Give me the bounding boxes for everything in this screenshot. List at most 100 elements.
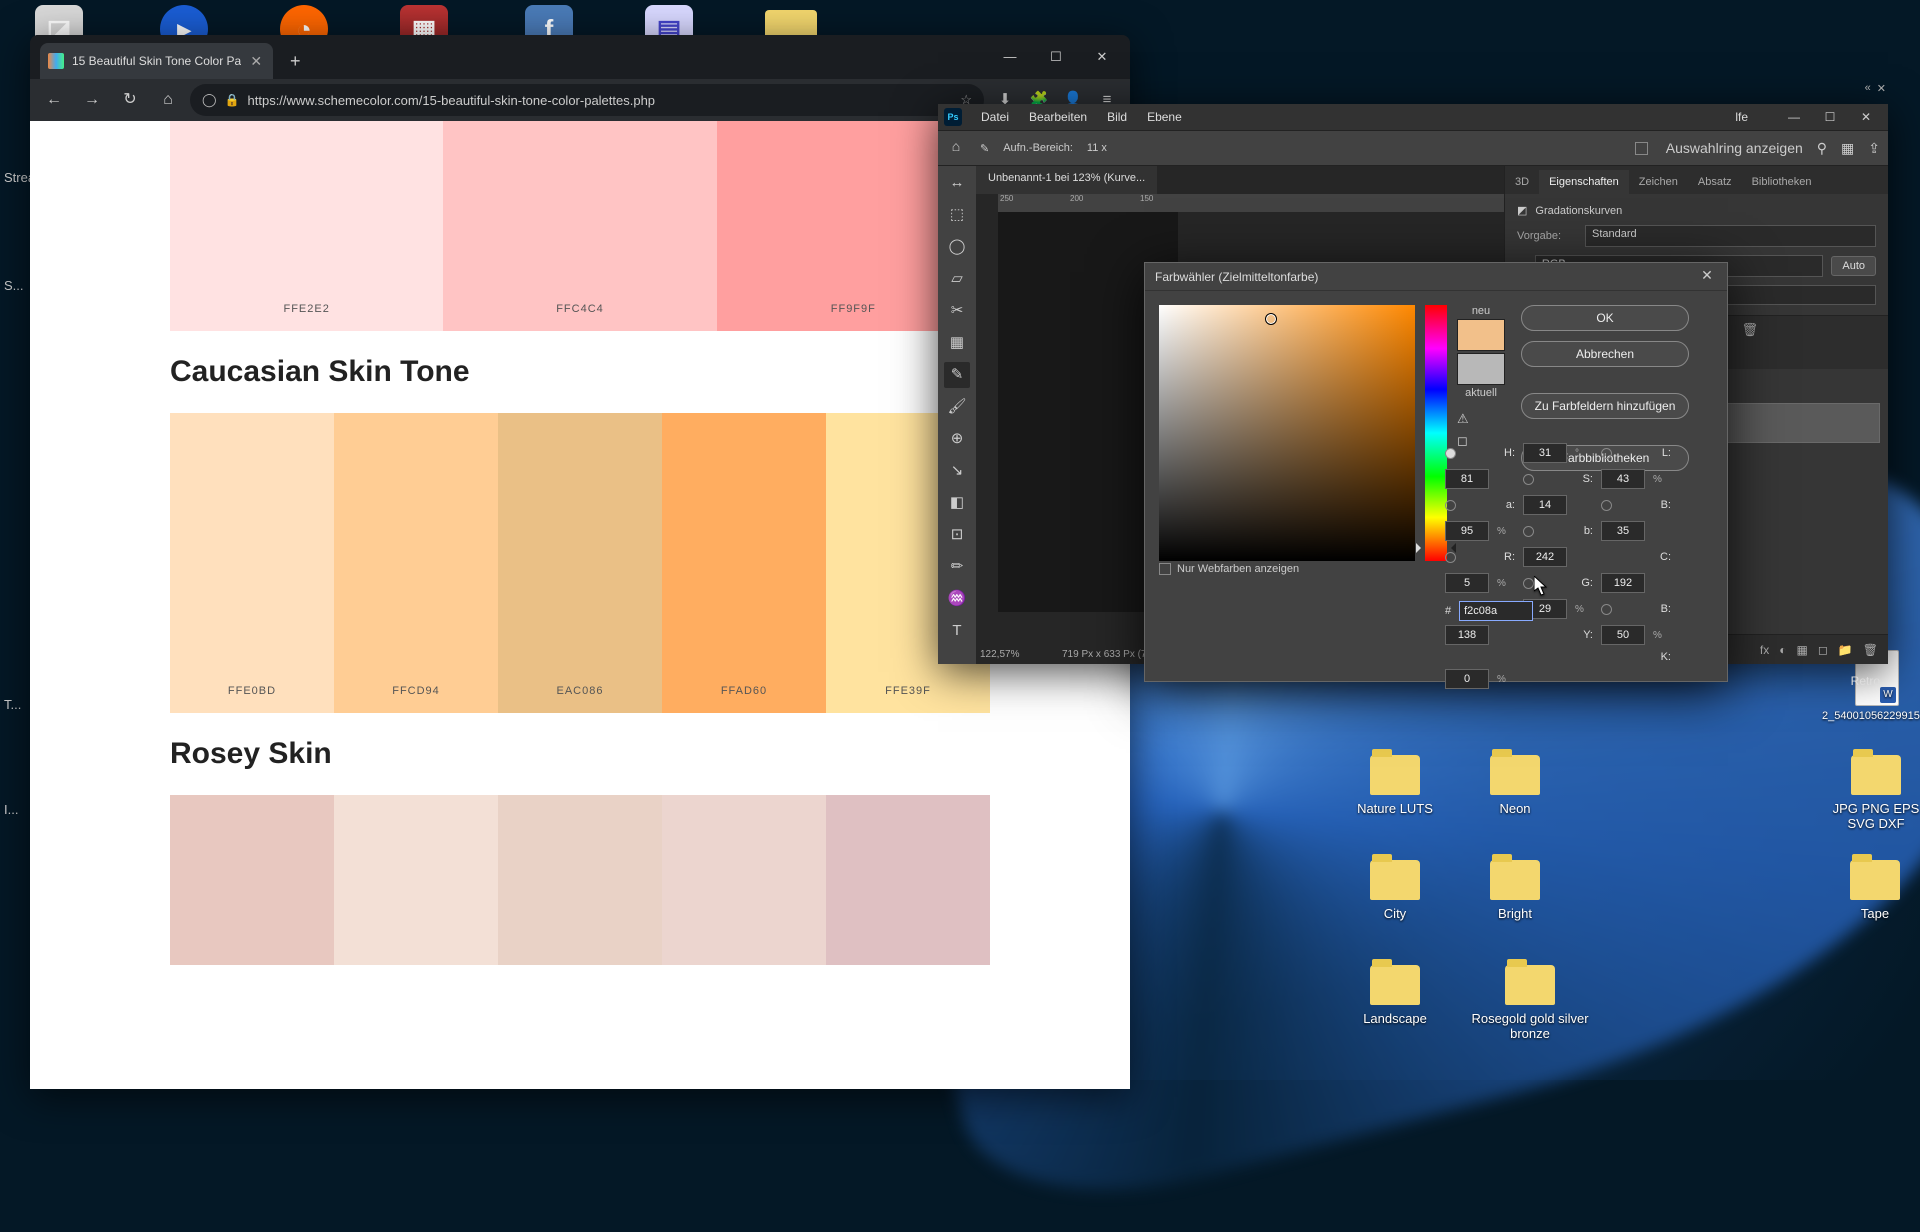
b-field[interactable] bbox=[1601, 521, 1645, 541]
tab-bibliotheken[interactable]: Bibliotheken bbox=[1742, 170, 1822, 194]
menu-hilfe[interactable]: lfe bbox=[1735, 110, 1748, 124]
checkbox[interactable] bbox=[1635, 142, 1648, 155]
ps-maximize[interactable]: ☐ bbox=[1812, 106, 1848, 128]
gamut-warning-icon[interactable]: ⚠ bbox=[1457, 411, 1505, 427]
menu-ebene[interactable]: Ebene bbox=[1138, 106, 1191, 128]
radio-b[interactable] bbox=[1523, 526, 1534, 537]
swatch[interactable] bbox=[826, 795, 990, 965]
swatch[interactable] bbox=[170, 121, 443, 331]
desktop-folder[interactable]: Tape bbox=[1830, 860, 1920, 921]
swatch[interactable] bbox=[498, 795, 662, 965]
fx-icon[interactable]: fx bbox=[1760, 643, 1769, 657]
radio-bb[interactable] bbox=[1601, 604, 1612, 615]
tool-heal[interactable]: ⊕ bbox=[944, 426, 970, 452]
mask-icon[interactable]: ◐ bbox=[1779, 643, 1786, 657]
home-icon[interactable]: ⌂ bbox=[946, 138, 966, 158]
preset-select[interactable]: Standard bbox=[1585, 225, 1876, 247]
swatch[interactable] bbox=[170, 413, 334, 713]
radio-g[interactable] bbox=[1523, 578, 1534, 589]
eyedropper-icon[interactable]: ✎ bbox=[980, 142, 989, 155]
tool-gradient[interactable]: ↘ bbox=[944, 458, 970, 484]
opt-value[interactable]: 11 x bbox=[1087, 142, 1107, 154]
cp-close-icon[interactable]: ✕ bbox=[1697, 267, 1717, 287]
swatch[interactable] bbox=[334, 795, 498, 965]
swatch[interactable] bbox=[662, 795, 826, 965]
url-input[interactable] bbox=[248, 93, 953, 108]
tool-blur[interactable]: ♒ bbox=[944, 586, 970, 612]
bb-field[interactable] bbox=[1445, 625, 1489, 645]
hue-handle-left[interactable] bbox=[1416, 543, 1426, 553]
swatch[interactable] bbox=[662, 413, 826, 713]
tab-zeichen[interactable]: Zeichen bbox=[1629, 170, 1688, 194]
cp-color-field[interactable] bbox=[1159, 305, 1415, 561]
desktop-folder[interactable]: City bbox=[1350, 860, 1440, 921]
desktop-folder[interactable]: Landscape bbox=[1350, 965, 1440, 1026]
a-field[interactable] bbox=[1523, 495, 1567, 515]
radio-l[interactable] bbox=[1601, 448, 1612, 459]
swatch[interactable] bbox=[498, 413, 662, 713]
radio-a[interactable] bbox=[1445, 500, 1456, 511]
desktop-folder[interactable]: Rosegold gold silver bronze bbox=[1470, 965, 1590, 1041]
tool-frame[interactable]: ▦ bbox=[944, 330, 970, 356]
g-field[interactable] bbox=[1601, 573, 1645, 593]
y-field[interactable] bbox=[1601, 625, 1645, 645]
radio-bv[interactable] bbox=[1601, 500, 1612, 511]
tool-marquee[interactable]: ⬚ bbox=[944, 202, 970, 228]
desktop-folder[interactable]: Neon bbox=[1470, 755, 1560, 816]
menu-bild[interactable]: Bild bbox=[1098, 106, 1136, 128]
qa-icon[interactable]: 🗑 bbox=[1742, 322, 1759, 338]
tool-move[interactable]: ↔ bbox=[944, 170, 970, 196]
new-tab-button[interactable]: + bbox=[281, 47, 309, 75]
browser-minimize[interactable]: — bbox=[988, 41, 1032, 73]
swatch[interactable] bbox=[170, 795, 334, 965]
search-icon[interactable]: ⚲ bbox=[1817, 140, 1827, 157]
radio-r[interactable] bbox=[1445, 552, 1456, 563]
adj-icon[interactable]: ▦ bbox=[1797, 643, 1808, 657]
cp-picker-ring[interactable] bbox=[1265, 313, 1277, 325]
cancel-button[interactable]: Abbrechen bbox=[1521, 341, 1689, 367]
bv-field[interactable] bbox=[1445, 521, 1489, 541]
l-field[interactable] bbox=[1445, 469, 1489, 489]
tool-pencil[interactable]: ✏ bbox=[944, 554, 970, 580]
tool-clone[interactable]: ⊡ bbox=[944, 522, 970, 548]
tab-absatz[interactable]: Absatz bbox=[1688, 170, 1742, 194]
group-icon[interactable]: 📁 bbox=[1838, 643, 1853, 657]
tool-eyedropper[interactable]: ✎ bbox=[944, 362, 970, 388]
swatch[interactable] bbox=[443, 121, 716, 331]
ps-minimize[interactable]: — bbox=[1776, 106, 1812, 128]
cp-titlebar[interactable]: Farbwähler (Zielmitteltonfarbe) ✕ bbox=[1145, 263, 1727, 291]
tool-quick-select[interactable]: ▱ bbox=[944, 266, 970, 292]
doc-tab[interactable]: Unbenannt-1 bei 123% (Kurve... bbox=[976, 166, 1157, 194]
r-field[interactable] bbox=[1523, 547, 1567, 567]
lock-icon[interactable]: 🔒 bbox=[225, 93, 240, 107]
collapse-icon[interactable]: « bbox=[1865, 82, 1871, 95]
add-swatch-button[interactable]: Zu Farbfeldern hinzufügen bbox=[1521, 393, 1689, 419]
desktop-folder[interactable]: Bright bbox=[1470, 860, 1560, 921]
nav-reload[interactable]: ↻ bbox=[114, 84, 146, 116]
ok-button[interactable]: OK bbox=[1521, 305, 1689, 331]
browser-maximize[interactable]: ☐ bbox=[1034, 41, 1078, 73]
zoom-readout[interactable]: 122,57% bbox=[980, 649, 1019, 660]
close-icon[interactable]: ✕ bbox=[1877, 82, 1886, 95]
nav-home[interactable]: ⌂ bbox=[152, 84, 184, 116]
s-field[interactable] bbox=[1601, 469, 1645, 489]
nav-back[interactable]: ← bbox=[38, 84, 70, 116]
tool-text[interactable]: T bbox=[944, 618, 970, 644]
browser-close[interactable]: ✕ bbox=[1080, 41, 1124, 73]
nav-forward[interactable]: → bbox=[76, 84, 108, 116]
tab-eigenschaften[interactable]: Eigenschaften bbox=[1539, 170, 1629, 194]
menu-datei[interactable]: Datei bbox=[972, 106, 1018, 128]
radio-h[interactable] bbox=[1445, 448, 1456, 459]
workspace-icon[interactable]: ▦ bbox=[1841, 140, 1854, 157]
desktop-folder[interactable]: Nature LUTS bbox=[1350, 755, 1440, 816]
k-field[interactable] bbox=[1445, 669, 1489, 689]
hex-field[interactable] bbox=[1459, 601, 1533, 621]
share-icon[interactable]: ⇪ bbox=[1868, 140, 1880, 157]
auto-button[interactable]: Auto bbox=[1831, 256, 1876, 276]
tool-brush[interactable]: 🖌 bbox=[944, 394, 970, 420]
trash-icon[interactable]: 🗑 bbox=[1863, 643, 1878, 657]
menu-bearbeiten[interactable]: Bearbeiten bbox=[1020, 106, 1096, 128]
tab-3d[interactable]: 3D bbox=[1505, 170, 1539, 194]
tool-crop[interactable]: ✂ bbox=[944, 298, 970, 324]
c-field[interactable] bbox=[1445, 573, 1489, 593]
